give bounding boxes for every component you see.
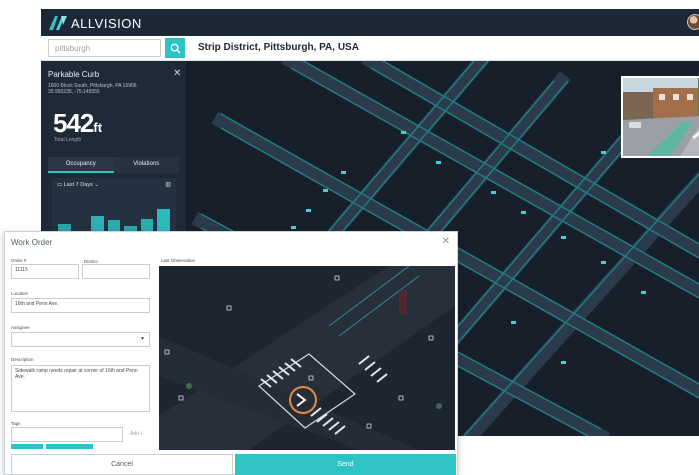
observation-image[interactable] [159,266,455,450]
tag-chip[interactable] [46,444,93,449]
search-button[interactable] [165,38,185,58]
work-order-dialog: Work Order ✕ Order # 11115 District Loca… [4,231,458,475]
tag-chip[interactable] [11,444,43,449]
add-tag-button[interactable]: Add + [130,431,143,437]
brand-logo[interactable]: ALLVISION [49,14,142,32]
search-input[interactable] [48,39,161,57]
order-field[interactable]: 11115 [11,264,79,279]
range-dropdown[interactable]: ▭ Last 7 Days ⌄ [57,182,99,188]
chevron-down-icon: ▼ [140,336,145,342]
metric-value: 542 [53,108,94,138]
panel-address: 1600 Block South, Pittsburgh, PA 15906 3… [48,83,178,95]
order-label: Order # [11,258,27,263]
tags-label: Tags [11,421,21,426]
metric-unit: ft [93,120,103,135]
avatar[interactable] [687,14,699,30]
description-field[interactable]: Sidewalk ramp needs repair at corner of … [11,365,150,412]
coords-text: 39.950235, -75.145555 [48,89,100,95]
allvision-logo-icon [49,16,67,30]
tags-input[interactable] [11,427,123,442]
brand-name: ALLVISION [71,15,142,31]
screenshot-stage: ALLVISION Strip District, Pittsburgh, PA… [0,0,699,475]
length-metric: 542ft [53,108,102,139]
cancel-button[interactable]: Cancel [11,454,233,475]
street-view-image[interactable] [621,76,699,158]
assignee-label: Assignee [11,325,30,330]
description-label: Description [11,357,34,362]
assignee-select[interactable]: ▼ [11,332,150,347]
metric-label: Total Length [54,137,82,143]
location-label: Location [11,291,29,296]
search-icon [170,43,181,54]
chevron-down-icon: ⌄ [94,182,99,188]
calendar-icon: ▭ [57,182,63,188]
location-title: Strip District, Pittsburgh, PA, USA [198,42,359,53]
observation-label: Last Observation [161,258,196,263]
observation-picture [159,266,455,450]
bar-chart-icon[interactable]: ▥ [165,181,171,188]
top-bar: ALLVISION [41,9,699,36]
tab-occupancy[interactable]: Occupancy [48,157,114,173]
dialog-title: Work Order [11,238,53,247]
close-icon[interactable]: ✕ [442,236,450,247]
panel-title: Parkable Curb [48,70,100,79]
district-field[interactable] [82,264,150,279]
send-button[interactable]: Send [235,454,456,475]
search-bar: Strip District, Pittsburgh, PA, USA [41,36,699,61]
location-field[interactable]: 16th and Penn Ave. [11,298,150,313]
tab-violations[interactable]: Violations [113,157,179,173]
street-view-picture [623,78,699,156]
range-label: Last 7 Days [63,182,93,188]
panel-tabs: Occupancy Violations [48,157,179,173]
close-icon[interactable]: ✕ [173,68,181,79]
